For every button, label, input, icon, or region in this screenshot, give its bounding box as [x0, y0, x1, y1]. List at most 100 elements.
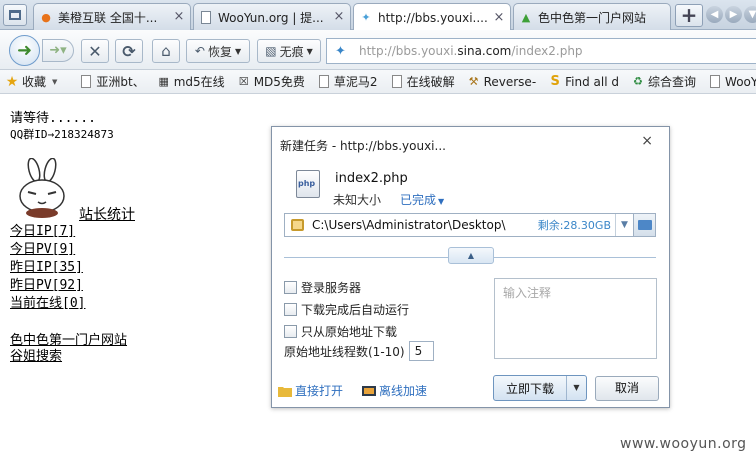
watermark-text: www.wooyun.org — [620, 436, 747, 452]
navigation-toolbar: ➜ ➜▾ ✕ ⟳ ⌂ ↶ 恢复 ▼ ▧ 无痕 ▼ ✦ http://bbs.yo… — [0, 30, 756, 70]
option-label: 只从原始地址下载 — [301, 325, 398, 339]
chevron-down-icon[interactable]: ▼ — [566, 376, 586, 400]
stat-today-pv-link[interactable]: 今日PV[9] — [10, 241, 85, 259]
php-file-icon: php — [296, 170, 320, 198]
close-icon[interactable]: × — [332, 10, 346, 24]
tab-title: 色中色第一门户网站 — [538, 10, 647, 25]
file-name: index2.php — [335, 171, 408, 186]
chevron-down-icon: ▼ — [52, 77, 58, 86]
x-icon: ☒ — [238, 75, 249, 88]
tool-icon: ⚒ — [468, 75, 479, 88]
checkbox[interactable] — [284, 303, 297, 316]
option-origin-only[interactable]: 只从原始地址下载 — [284, 323, 397, 340]
bookmark-item[interactable]: WooYun — [708, 75, 756, 89]
option-label: 登录服务器 — [301, 281, 362, 295]
stat-online-link[interactable]: 当前在线[0] — [10, 295, 85, 313]
bird-favicon-icon: ✦ — [335, 43, 346, 59]
checkbox[interactable] — [284, 281, 297, 294]
download-now-button[interactable]: 立即下载 ▼ — [493, 375, 587, 401]
tab-sezhongse[interactable]: ▲ 色中色第一门户网站 — [513, 3, 671, 30]
open-directly-label: 直接打开 — [295, 384, 344, 398]
browse-folder-button[interactable] — [633, 214, 655, 236]
offline-accel-link[interactable]: 离线加速 — [362, 382, 427, 399]
notes-textarea[interactable]: 输入注释 — [494, 278, 657, 359]
undo-icon: ↶ — [194, 44, 205, 58]
stat-today-ip-link[interactable]: 今日IP[7] — [10, 223, 85, 241]
offline-accel-label: 离线加速 — [379, 384, 428, 398]
incognito-icon: ▧ — [265, 44, 277, 58]
stop-button[interactable]: ✕ — [81, 39, 109, 63]
tree-favicon-icon: ▲ — [521, 10, 531, 24]
bookmark-item[interactable]: 草泥马2 — [317, 73, 378, 90]
scroll-right-icon[interactable]: ▶ — [725, 6, 742, 23]
bookmark-label: 综合查询 — [648, 75, 697, 89]
page-icon — [198, 9, 214, 25]
stats-title-link[interactable]: 站长统计 — [79, 206, 135, 224]
refresh-button[interactable]: ⟳ — [115, 39, 143, 63]
tab-wooyun[interactable]: WooYun.org | 提... × — [193, 3, 351, 30]
rabbit-avatar — [19, 158, 65, 218]
cancel-button[interactable]: 取消 — [595, 376, 659, 401]
tab-title: 美橙互联 全国十... — [58, 10, 158, 25]
page-icon — [708, 75, 722, 89]
new-tab-button[interactable]: + — [675, 4, 703, 27]
stats-list: 今日IP[7] 今日PV[9] 昨日IP[35] 昨日PV[92] 当前在线[0… — [10, 223, 85, 313]
bookmarks-bar: ★ 收藏 ▼ 亚洲bt、 ▦ md5在线 ☒ MD5免费 草泥马2 在线破解 ⚒… — [0, 70, 756, 94]
back-arrow-icon: ➜ — [16, 40, 33, 61]
tab-meicheng[interactable]: ● 美橙互联 全国十... × — [33, 3, 191, 30]
close-icon[interactable]: × — [492, 10, 506, 25]
forward-button[interactable]: ➜▾ — [42, 39, 74, 62]
bookmark-item[interactable]: 在线破解 — [390, 73, 455, 90]
dialog-title: 新建任务 - http://bbs.youxi... — [280, 139, 446, 153]
portal-link[interactable]: 色中色第一门户网站 — [10, 333, 127, 349]
bookmark-item[interactable]: ♻ 综合查询 — [631, 73, 696, 90]
recycle-icon: ♻ — [633, 75, 643, 88]
tab-bbs-youxi[interactable]: ✦ http://bbs.youxi.... × — [353, 3, 511, 31]
back-button[interactable]: ➜ — [9, 35, 40, 66]
option-auto-run[interactable]: 下载完成后自动运行 — [284, 301, 409, 318]
bookmark-label: MD5免费 — [253, 75, 305, 89]
folder-icon — [637, 220, 652, 230]
open-directly-link[interactable]: 直接打开 — [278, 382, 343, 399]
window-icon — [9, 10, 21, 20]
chevron-down-icon: ▼ — [438, 197, 445, 206]
address-bar[interactable]: ✦ http://bbs.youxi.sina.com/index2.php — [326, 38, 756, 64]
page-icon — [79, 75, 93, 89]
url-text[interactable]: http://bbs.youxi.sina.com/index2.php — [359, 44, 583, 58]
bookmark-item[interactable]: S Find all d — [548, 74, 619, 89]
home-button[interactable]: ⌂ — [152, 39, 180, 63]
bookmark-item[interactable]: ▦ md5在线 — [157, 73, 225, 90]
star-icon: ★ — [5, 73, 19, 90]
bookmark-label: WooYun — [725, 74, 756, 89]
incognito-button[interactable]: ▧ 无痕 ▼ — [257, 39, 321, 63]
collapse-options-button[interactable]: ▲ — [448, 247, 494, 264]
tab-menu-button[interactable] — [3, 4, 27, 26]
file-size: 未知大小 — [333, 193, 382, 207]
close-icon[interactable]: × — [641, 133, 653, 149]
incognito-label: 无痕 — [279, 44, 304, 59]
option-login-server[interactable]: 登录服务器 — [284, 279, 361, 296]
page-icon — [317, 75, 331, 89]
close-icon[interactable]: × — [172, 10, 186, 24]
save-path-text[interactable]: C:\Users\Administrator\Desktop\ — [312, 218, 538, 232]
bird-favicon-icon: ✦ — [361, 11, 371, 24]
path-dropdown-button[interactable]: ▼ — [615, 214, 633, 236]
save-path-field[interactable]: C:\Users\Administrator\Desktop\ 剩余:28.30… — [284, 213, 656, 237]
file-status-dropdown[interactable]: 已完成 ▼ — [400, 191, 444, 208]
bookmark-favorites[interactable]: ★ 收藏 ▼ — [5, 73, 58, 90]
bookmark-label: 收藏 — [22, 75, 47, 89]
bookmark-item[interactable]: ☒ MD5免费 — [237, 73, 305, 90]
bookmark-item[interactable]: ⚒ Reverse- — [467, 75, 537, 89]
bookmark-label: 亚洲bt、 — [96, 75, 145, 89]
threads-input[interactable]: 5 — [408, 341, 434, 361]
search-link[interactable]: 谷姐搜索 — [10, 349, 127, 365]
restore-button[interactable]: ↶ 恢复 ▼ — [186, 39, 250, 63]
tab-list-icon[interactable]: ▼ — [744, 6, 756, 23]
stat-yesterday-ip-link[interactable]: 昨日IP[35] — [10, 259, 85, 277]
bookmark-item[interactable]: 亚洲bt、 — [79, 73, 145, 90]
scroll-left-icon[interactable]: ◀ — [706, 6, 723, 23]
bookmark-label: md5在线 — [173, 75, 225, 89]
forward-arrow-icon: ➜▾ — [49, 43, 67, 58]
stat-yesterday-pv-link[interactable]: 昨日PV[92] — [10, 277, 85, 295]
checkbox[interactable] — [284, 325, 297, 338]
